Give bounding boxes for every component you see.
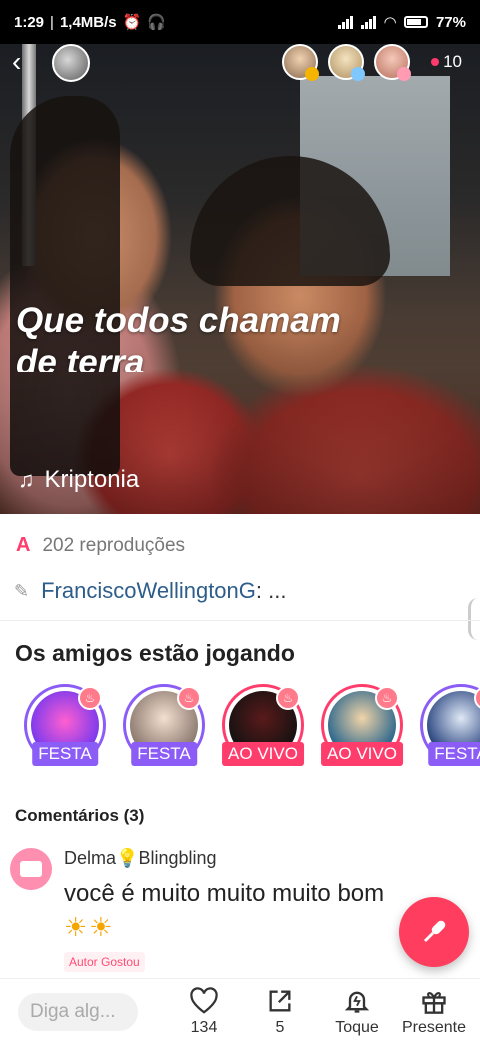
cover-photo[interactable] [0,36,480,514]
room-tag: AO VIVO [222,742,304,766]
share-icon [269,990,291,1012]
side-handle[interactable] [468,598,478,640]
comment-input[interactable]: Diga alg... [18,993,138,1031]
comment-avatar[interactable] [10,848,52,890]
live-dot-icon [431,58,440,66]
status-bar: 1:29 | 1,4MB/s ⏰ 🎧 ◠ 77% [0,0,480,44]
viewer-avatar[interactable] [282,44,319,81]
share-count: 5 [275,1019,285,1036]
room-tag: AO VIVO [321,742,403,766]
sing-button[interactable] [399,897,469,967]
lightbulb-icon: 💡 [116,848,139,868]
headphones-icon: 🎧 [147,14,167,31]
song-title: Kriptonia [44,466,140,493]
author-liked-badge: Autor Gostou [64,952,145,972]
plays-icon: A [16,534,31,556]
friend-room[interactable]: ♨ FESTA [420,684,480,774]
description-truncated: : ... [255,578,287,603]
plays-text: 202 reproduções [42,534,186,556]
lyrics-line: Que todos chamam [16,301,341,340]
music-note-icon: ♫ [18,467,35,492]
back-arrow-icon[interactable]: ‹ [12,48,40,76]
comments-title: Comentários (3) [15,806,145,825]
crown-icon [305,67,319,81]
viewer-avatars[interactable] [282,44,411,81]
pencil-icon: ✎ [14,580,30,601]
viewer-avatar[interactable] [328,44,365,81]
heart-icon [190,987,218,1014]
singer-row[interactable]: ✎ FranciscoWellingtonG: ... [14,578,286,604]
friends-section-title: Os amigos estão jogando [15,640,295,666]
gift-button[interactable]: Presente [394,987,474,1037]
friend-room[interactable]: ♨ AO VIVO [321,684,403,774]
flame-icon: ♨ [276,686,300,710]
friend-room[interactable]: ♨ FESTA [123,684,205,774]
friend-room[interactable]: ♨ AO VIVO [222,684,304,774]
singer-name[interactable]: FranciscoWellingtonG [41,578,256,603]
flame-icon: ♨ [177,686,201,710]
friends-list: ♨ FESTA ♨ FESTA ♨ AO VIVO ♨ AO VIVO ♨ FE… [24,684,480,774]
bell-icon [344,991,370,1013]
badge-icon [351,67,365,81]
viewer-avatar[interactable] [374,44,411,81]
friend-room[interactable]: ♨ FESTA [24,684,106,774]
badge-icon [397,67,411,81]
share-button[interactable]: 5 [240,987,320,1037]
comment-text: você é muito muito muito bom [64,880,385,907]
signal-icon-2 [361,15,377,29]
like-button[interactable]: 134 [164,987,244,1037]
room-tag: FESTA [32,742,98,766]
room-tag: FESTA [131,742,197,766]
status-time: 1:29 [14,13,45,31]
signal-icon [338,15,354,29]
lyrics-text: Que todos chamam de terra [16,300,456,372]
touch-button[interactable]: Toque [317,987,397,1037]
bottom-action-bar: Diga alg... 134 5 Toque Presente [0,978,480,1042]
like-count: 134 [190,1019,218,1036]
divider [0,620,480,621]
sun-emoji-icon: ☀☀ [64,912,115,942]
room-tag: FESTA [428,742,480,766]
owner-avatar[interactable] [52,44,90,82]
network-speed: 1,4MB/s [59,13,117,31]
battery-level: 77% [435,13,466,31]
battery-icon [403,16,428,28]
gift-label: Presente [401,1019,467,1036]
wifi-icon: ◠ [384,14,396,31]
flame-icon: ♨ [375,686,399,710]
gift-icon [422,992,446,1014]
comment-username[interactable]: Delma💡Blingbling [64,848,217,869]
alarm-icon: ⏰ [122,14,142,31]
viewer-count[interactable]: 10 [431,52,462,72]
play-count: A 202 reproduções [16,534,185,557]
touch-label: Toque [335,1019,379,1036]
flame-icon: ♨ [78,686,102,710]
lyrics-line: de terra [16,343,145,372]
microphone-icon [423,920,446,943]
song-link[interactable]: ♫ Kriptonia [18,466,139,494]
